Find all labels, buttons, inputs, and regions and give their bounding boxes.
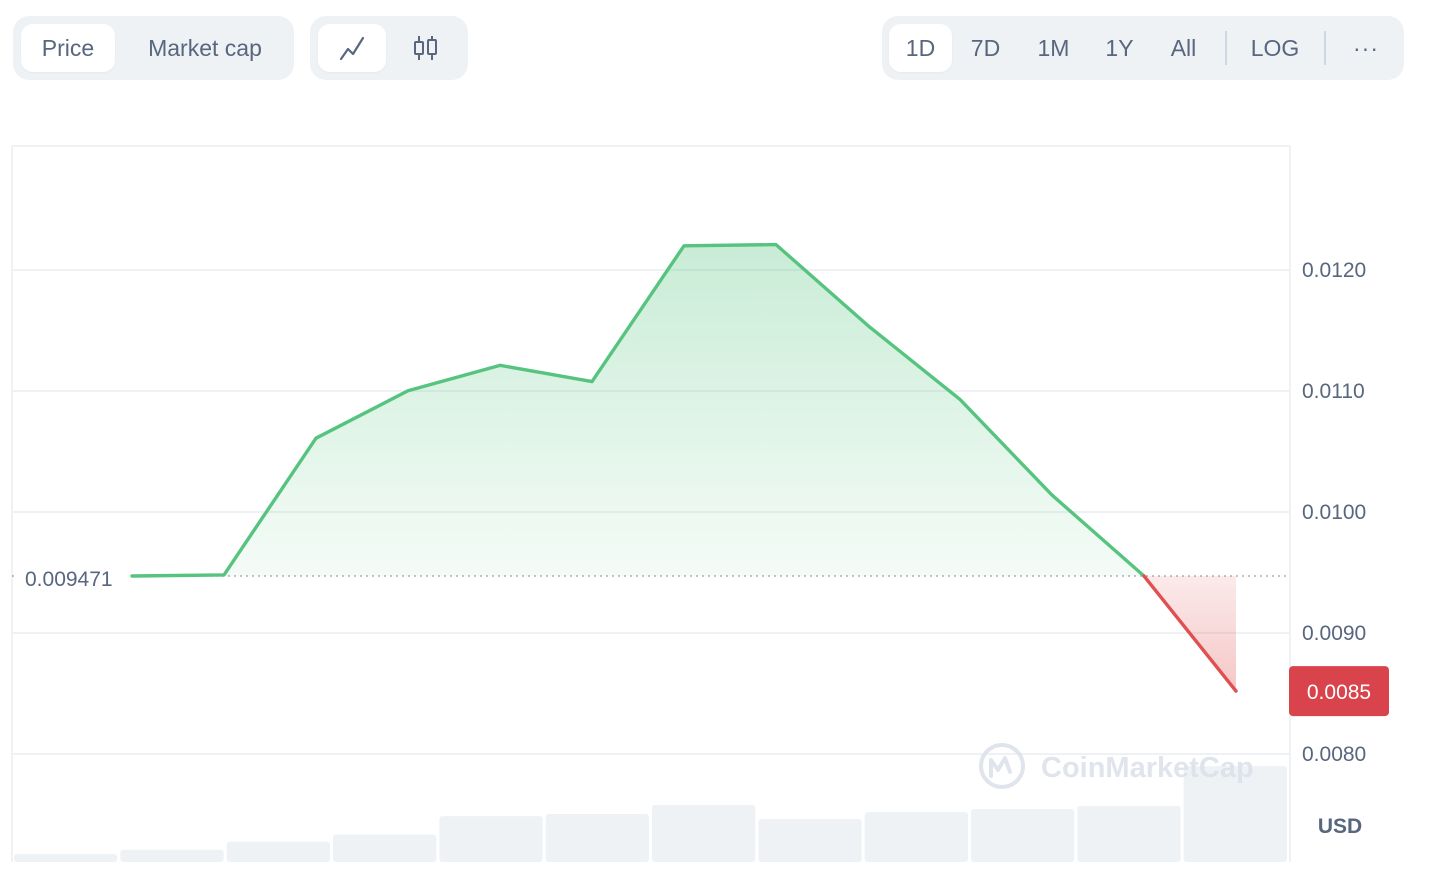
currency-label: USD xyxy=(1318,815,1362,838)
volume-bar xyxy=(758,819,862,862)
coinmarketcap-logo-icon xyxy=(979,743,1025,789)
price-chart: 0.0120 0.0110 0.0100 0.0090 0.0080 0.009471 0.… xyxy=(11,145,1389,862)
volume-bar xyxy=(14,853,118,862)
watermark-text: CoinMarketCap xyxy=(1041,752,1254,784)
coinmarketcap-watermark: CoinMarketCap xyxy=(979,743,1254,789)
current-price-label: 0.0085 xyxy=(1307,681,1371,704)
baseline-value-label: 0.009471 xyxy=(25,568,113,591)
y-tick-label: 0.0080 xyxy=(1302,743,1366,766)
y-tick-label: 0.0120 xyxy=(1302,259,1366,282)
volume-bar xyxy=(226,841,330,862)
volume-bar xyxy=(333,834,437,862)
volume-bar xyxy=(545,814,649,862)
volume-bar xyxy=(1077,805,1181,862)
volume-bar xyxy=(864,812,968,862)
y-tick-label: 0.0100 xyxy=(1302,501,1366,524)
volume-bar xyxy=(439,816,543,862)
y-tick-label: 0.0110 xyxy=(1302,380,1365,403)
gain-area xyxy=(132,244,1144,577)
volume-bar xyxy=(120,849,224,862)
volume-bar xyxy=(971,808,1075,862)
volume-bar xyxy=(652,804,756,862)
y-tick-label: 0.0090 xyxy=(1302,622,1366,645)
